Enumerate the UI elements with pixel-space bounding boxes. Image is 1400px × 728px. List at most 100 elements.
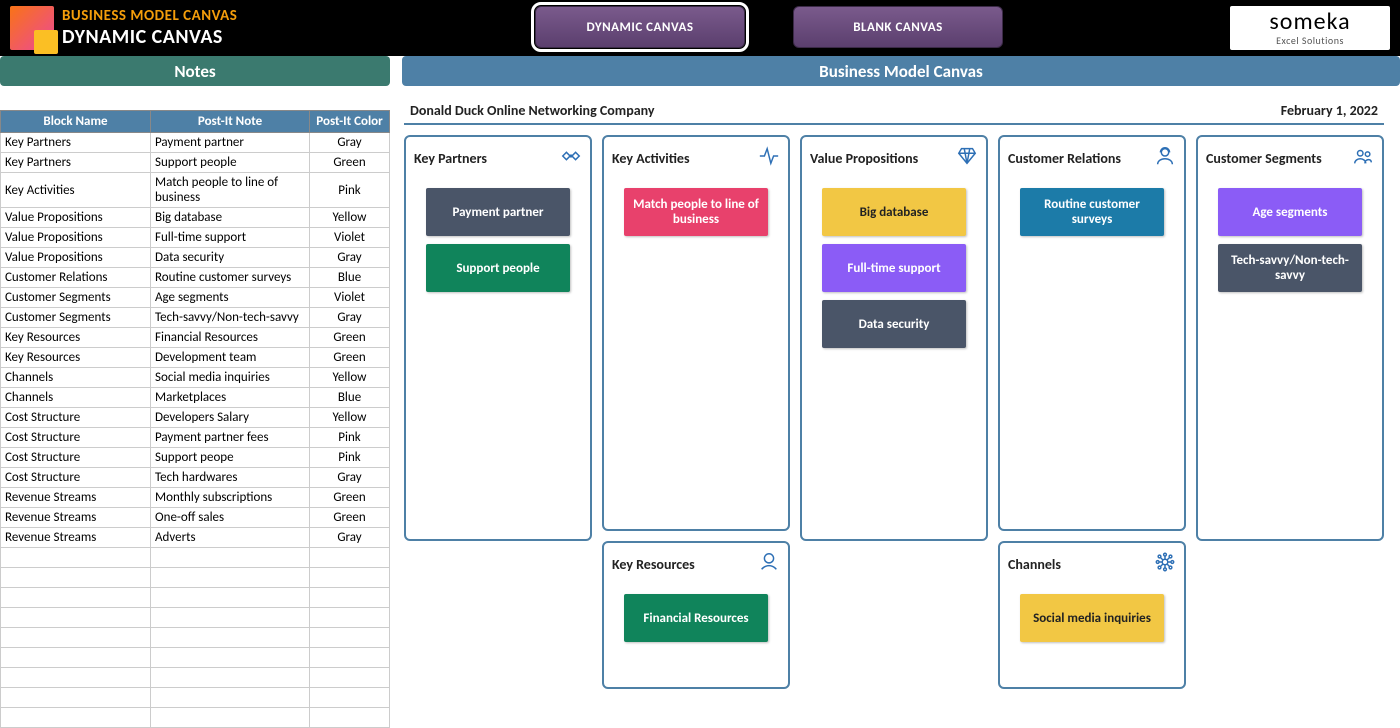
cell-color[interactable]: Gray — [310, 308, 390, 328]
cell-block[interactable]: Revenue Streams — [1, 508, 151, 528]
cell-empty[interactable] — [310, 688, 390, 708]
postit[interactable]: Match people to line of business — [624, 188, 768, 236]
cell-note[interactable]: Routine customer surveys — [151, 268, 310, 288]
cell-block[interactable]: Revenue Streams — [1, 528, 151, 548]
table-row[interactable]: Key ActivitiesMatch people to line of bu… — [1, 173, 390, 208]
table-row[interactable]: Customer SegmentsTech-savvy/Non-tech-sav… — [1, 308, 390, 328]
table-row-empty[interactable] — [1, 648, 390, 668]
cell-block[interactable]: Value Propositions — [1, 228, 151, 248]
cell-color[interactable]: Gray — [310, 248, 390, 268]
table-row-empty[interactable] — [1, 588, 390, 608]
table-row[interactable]: Value PropositionsData securityGray — [1, 248, 390, 268]
cell-color[interactable]: Yellow — [310, 368, 390, 388]
cell-color[interactable]: Pink — [310, 448, 390, 468]
cell-block[interactable]: Cost Structure — [1, 408, 151, 428]
table-row[interactable]: Revenue StreamsAdvertsGray — [1, 528, 390, 548]
postit[interactable]: Big database — [822, 188, 966, 236]
cell-empty[interactable] — [1, 668, 151, 688]
table-row[interactable]: Key PartnersPayment partnerGray — [1, 133, 390, 153]
postit[interactable]: Payment partner — [426, 188, 570, 236]
cell-note[interactable]: Monthly subscriptions — [151, 488, 310, 508]
table-row[interactable]: Revenue StreamsOne-off salesGreen — [1, 508, 390, 528]
table-row-empty[interactable] — [1, 548, 390, 568]
cell-empty[interactable] — [151, 548, 310, 568]
cell-block[interactable]: Cost Structure — [1, 448, 151, 468]
cell-note[interactable]: Adverts — [151, 528, 310, 548]
cell-color[interactable]: Green — [310, 328, 390, 348]
blank-canvas-button[interactable]: BLANK CANVAS — [793, 6, 1003, 48]
table-row[interactable]: Key ResourcesFinancial ResourcesGreen — [1, 328, 390, 348]
cell-color[interactable]: Pink — [310, 173, 390, 208]
cell-block[interactable]: Value Propositions — [1, 248, 151, 268]
cell-color[interactable]: Yellow — [310, 408, 390, 428]
cell-note[interactable]: Developers Salary — [151, 408, 310, 428]
postit[interactable]: Tech-savvy/Non-tech-savvy — [1218, 244, 1362, 292]
cell-note[interactable]: Social media inquiries — [151, 368, 310, 388]
table-row-empty[interactable] — [1, 668, 390, 688]
cell-note[interactable]: Match people to line of business — [151, 173, 310, 208]
cell-note[interactable]: Data security — [151, 248, 310, 268]
cell-empty[interactable] — [1, 628, 151, 648]
postit[interactable]: Support people — [426, 244, 570, 292]
cell-color[interactable]: Green — [310, 508, 390, 528]
cell-empty[interactable] — [310, 608, 390, 628]
cell-empty[interactable] — [1, 588, 151, 608]
cell-empty[interactable] — [310, 568, 390, 588]
cell-empty[interactable] — [151, 668, 310, 688]
table-row[interactable]: Key PartnersSupport peopleGreen — [1, 153, 390, 173]
cell-block[interactable]: Customer Relations — [1, 268, 151, 288]
cell-block[interactable]: Customer Segments — [1, 308, 151, 328]
cell-empty[interactable] — [310, 668, 390, 688]
cell-color[interactable]: Green — [310, 153, 390, 173]
cell-empty[interactable] — [151, 648, 310, 668]
postit[interactable]: Routine customer surveys — [1020, 188, 1164, 236]
postit[interactable]: Age segments — [1218, 188, 1362, 236]
table-row[interactable]: Key ResourcesDevelopment teamGreen — [1, 348, 390, 368]
cell-note[interactable]: Development team — [151, 348, 310, 368]
cell-note[interactable]: Payment partner fees — [151, 428, 310, 448]
cell-block[interactable]: Cost Structure — [1, 428, 151, 448]
cell-empty[interactable] — [1, 568, 151, 588]
cell-block[interactable]: Channels — [1, 388, 151, 408]
cell-empty[interactable] — [310, 708, 390, 728]
cell-empty[interactable] — [1, 648, 151, 668]
cell-block[interactable]: Key Partners — [1, 153, 151, 173]
table-row[interactable]: ChannelsMarketplacesBlue — [1, 388, 390, 408]
table-row[interactable]: Revenue StreamsMonthly subscriptionsGree… — [1, 488, 390, 508]
cell-block[interactable]: Key Resources — [1, 328, 151, 348]
cell-color[interactable]: Violet — [310, 228, 390, 248]
cell-color[interactable]: Pink — [310, 428, 390, 448]
cell-empty[interactable] — [310, 588, 390, 608]
table-row[interactable]: Customer SegmentsAge segmentsViolet — [1, 288, 390, 308]
cell-color[interactable]: Blue — [310, 388, 390, 408]
cell-empty[interactable] — [151, 708, 310, 728]
cell-note[interactable]: Age segments — [151, 288, 310, 308]
cell-empty[interactable] — [1, 708, 151, 728]
cell-empty[interactable] — [151, 568, 310, 588]
table-row[interactable]: Cost StructurePayment partner feesPink — [1, 428, 390, 448]
cell-color[interactable]: Gray — [310, 468, 390, 488]
table-row-empty[interactable] — [1, 688, 390, 708]
cell-block[interactable]: Revenue Streams — [1, 488, 151, 508]
cell-color[interactable]: Violet — [310, 288, 390, 308]
cell-empty[interactable] — [1, 548, 151, 568]
table-row[interactable]: Value PropositionsBig databaseYellow — [1, 208, 390, 228]
table-row[interactable]: Value PropositionsFull-time supportViole… — [1, 228, 390, 248]
cell-empty[interactable] — [310, 628, 390, 648]
cell-note[interactable]: One-off sales — [151, 508, 310, 528]
table-row[interactable]: Cost StructureDevelopers SalaryYellow — [1, 408, 390, 428]
cell-empty[interactable] — [151, 588, 310, 608]
table-row[interactable]: Cost StructureSupport peopePink — [1, 448, 390, 468]
cell-note[interactable]: Support peope — [151, 448, 310, 468]
cell-color[interactable]: Blue — [310, 268, 390, 288]
table-row-empty[interactable] — [1, 568, 390, 588]
cell-color[interactable]: Green — [310, 488, 390, 508]
cell-note[interactable]: Tech-savvy/Non-tech-savvy — [151, 308, 310, 328]
cell-empty[interactable] — [1, 688, 151, 708]
cell-block[interactable]: Customer Segments — [1, 288, 151, 308]
postit[interactable]: Financial Resources — [624, 594, 768, 642]
postit[interactable]: Data security — [822, 300, 966, 348]
cell-block[interactable]: Key Partners — [1, 133, 151, 153]
cell-empty[interactable] — [151, 628, 310, 648]
cell-note[interactable]: Payment partner — [151, 133, 310, 153]
